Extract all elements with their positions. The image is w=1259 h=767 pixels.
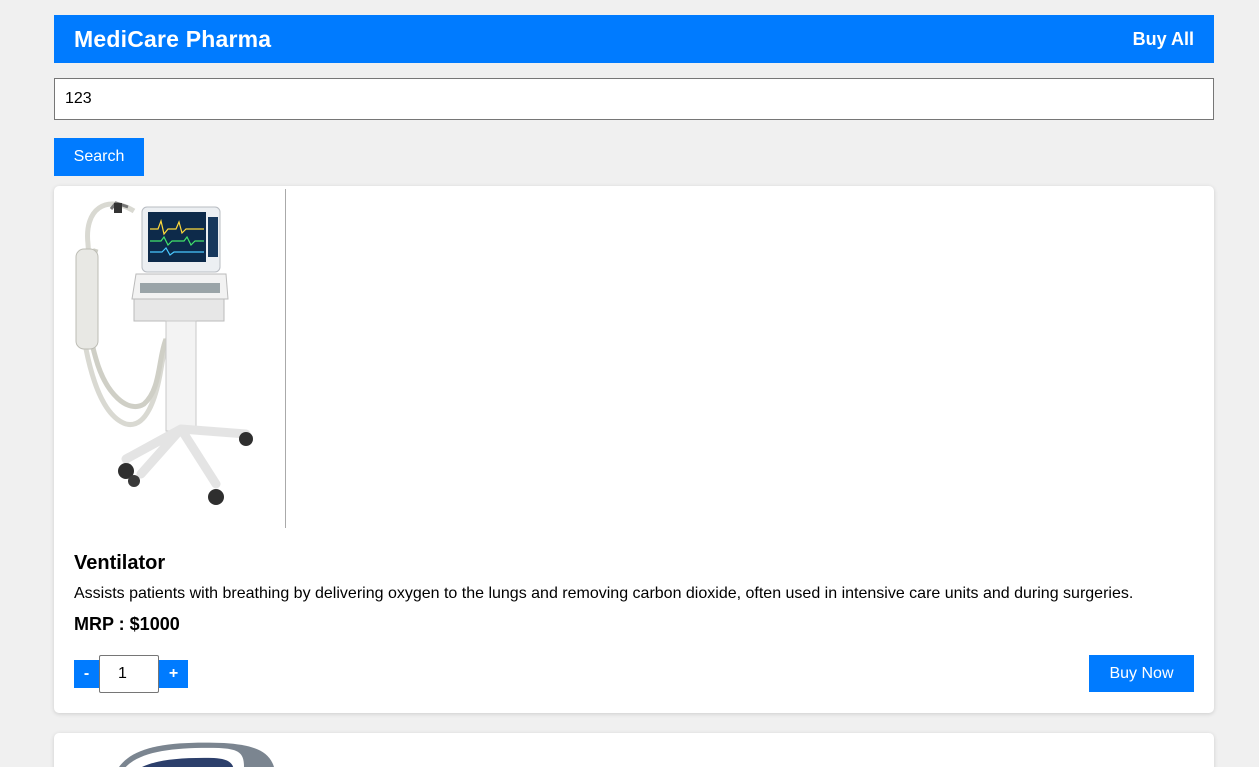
search-button[interactable]: Search	[54, 138, 144, 176]
page: MediCare Pharma Buy All Search	[0, 0, 1259, 767]
search-input[interactable]	[54, 78, 1214, 120]
product-price: MRP : $1000	[74, 614, 180, 634]
blood-pressure-monitor-image	[104, 737, 284, 767]
product-description: Assists patients with breathing by deliv…	[74, 585, 1134, 602]
header-bar: MediCare Pharma Buy All	[54, 15, 1214, 63]
buy-all-link[interactable]: Buy All	[1133, 29, 1194, 50]
buy-now-button[interactable]: Buy Now	[1089, 655, 1194, 692]
ventilator-image	[66, 189, 286, 528]
quantity-increment-button[interactable]: +	[159, 660, 188, 688]
quantity-input[interactable]	[99, 655, 159, 693]
product-card: Ventilator Assists patients with breathi…	[54, 186, 1214, 713]
product-card	[54, 733, 1214, 767]
brand-title: MediCare Pharma	[74, 25, 272, 52]
quantity-decrement-button[interactable]: -	[74, 660, 99, 688]
product-name: Ventilator	[74, 552, 166, 574]
